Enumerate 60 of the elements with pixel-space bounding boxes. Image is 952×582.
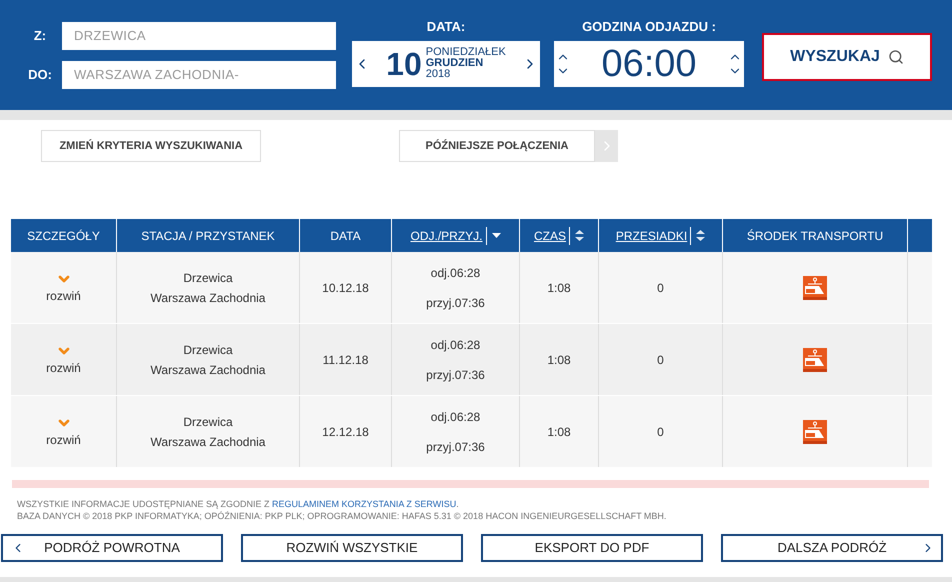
time-label: GODZINA ODJAZDU : <box>582 18 716 36</box>
terms-notice: WSZYSTKIE INFORMACJE UDOSTĘPNIANE SĄ ZGODNIE Z REGULAMINEM KORZYSTANIA Z SERWISU. <box>17 498 460 510</box>
column-header[interactable]: PRZESIADKI <box>616 226 692 244</box>
search-button[interactable]: WYSZUKAJ <box>762 33 932 81</box>
changes-cell-text: 0 <box>657 280 664 296</box>
terms-link[interactable]: REGULAMINEM KORZYSTANIA Z SERWISU <box>272 499 456 509</box>
changes-cell-text: 0 <box>657 352 664 368</box>
date-cell-text: 11.12.18 <box>322 352 368 368</box>
sort-desc-icon[interactable] <box>492 232 500 238</box>
column-header[interactable]: CZAS <box>534 226 570 244</box>
change-criteria-button[interactable]: ZMIEŃ KRYTERIA WYSZUKIWANIA <box>41 130 261 162</box>
footer-button[interactable]: EKSPORT DO PDF <box>481 534 703 562</box>
station-name: Warszawa Zachodnia <box>150 362 266 378</box>
field-value: WARSZAWA ZACHODNIA- <box>74 66 240 84</box>
changes-cell-text: 0 <box>657 424 664 440</box>
column-header: DATA <box>330 228 361 244</box>
column-header: SZCZEGÓŁY <box>27 228 100 244</box>
arrival-time: przyj.07:36 <box>426 438 485 456</box>
column-header: STACJA / PRZYSTANEK <box>141 228 275 244</box>
column-header: ŚRODEK TRANSPORTU <box>746 228 884 244</box>
weekday: PONIEDZIAŁEK <box>426 47 506 58</box>
station-name: Drzewica <box>183 414 233 430</box>
station-name: Drzewica <box>183 270 233 286</box>
year: 2018 <box>426 69 452 80</box>
date-cell-text: 10.12.18 <box>322 280 369 296</box>
duration-cell-text: 1:08 <box>547 352 571 368</box>
duration-cell-text: 1:08 <box>547 280 571 296</box>
arrival-time: przyj.07:36 <box>426 366 485 384</box>
time-value: 06:00 <box>601 44 697 83</box>
footer-button[interactable]: DALSZA PODRÓŻ <box>721 534 943 562</box>
sort-icon[interactable] <box>575 230 584 241</box>
station-name: Warszawa Zachodnia <box>150 434 266 450</box>
time-picker[interactable]: 06:00 <box>554 40 744 87</box>
train-icon <box>803 348 827 372</box>
departure-time: odj.06:28 <box>430 336 480 354</box>
date-cell-text: 12.12.18 <box>322 424 369 440</box>
expand-link[interactable]: rozwiń <box>46 430 81 448</box>
day-number: 10 <box>386 48 422 80</box>
arrival-time: przyj.07:36 <box>426 294 485 312</box>
expand-link[interactable]: rozwiń <box>46 358 81 376</box>
month: GRUDZIEN <box>426 58 484 70</box>
footer-button[interactable]: ROZWIŃ WSZYSTKIE <box>241 534 463 562</box>
field-label: DO: <box>27 66 53 84</box>
departure-time: odj.06:28 <box>430 408 480 426</box>
station-name: Warszawa Zachodnia <box>150 290 266 306</box>
duration-cell-text: 1:08 <box>547 424 571 440</box>
column-header[interactable]: ODJ./PRZYJ. <box>410 226 486 244</box>
train-icon <box>803 420 827 444</box>
expand-link[interactable]: rozwiń <box>46 286 81 304</box>
footer-button[interactable]: PODRÓŻ POWROTNA <box>1 534 223 562</box>
credits-text: BAZA DANYCH © 2018 PKP INFORMATYKA; OPÓŹNIENIA: PKP PLK; OPROGRAMOWANIE: HAFAS 5.31 © 2018 HACON INGENIEURGESELLSCHAFT MBH. <box>17 510 668 522</box>
train-icon <box>803 276 827 300</box>
sort-icon[interactable] <box>696 230 706 241</box>
date-label: DATA: <box>426 18 466 36</box>
station-name: Drzewica <box>183 342 233 358</box>
search-icon <box>888 49 904 65</box>
later-connections-button[interactable]: PÓŹNIEJSZE POŁĄCZENIA <box>399 130 595 162</box>
field-value: DRZEWICA <box>74 26 146 45</box>
field-label: Z: <box>32 26 48 45</box>
departure-time: odj.06:28 <box>430 264 480 282</box>
